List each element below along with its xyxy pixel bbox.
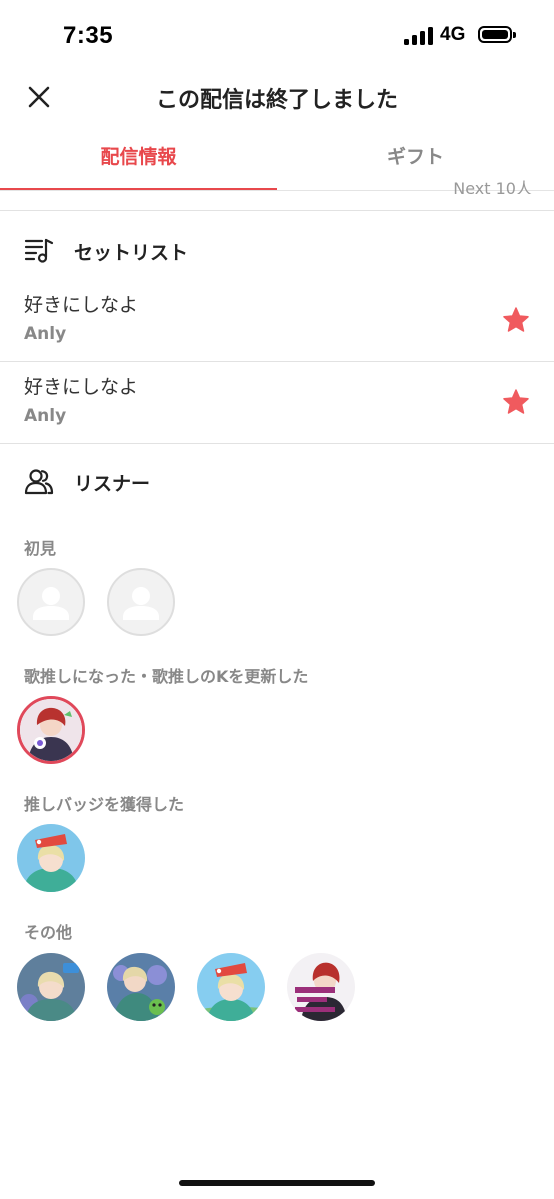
- avatar-illustration: [197, 953, 265, 1021]
- tab-gift[interactable]: ギフト: [277, 128, 554, 188]
- avatar-illustration: [17, 953, 85, 1021]
- setlist-title: セットリスト: [74, 241, 189, 264]
- avatar[interactable]: [107, 953, 175, 1021]
- music-list-icon: [24, 238, 54, 263]
- avatar[interactable]: [17, 824, 85, 892]
- avatar-illustration: [107, 953, 175, 1021]
- star-icon[interactable]: [502, 306, 530, 334]
- song-title: 好きにしなよ: [24, 376, 139, 398]
- avatar-placeholder[interactable]: [107, 568, 175, 636]
- avatar-illustration: [17, 824, 85, 892]
- group-label-other: その他: [24, 923, 73, 942]
- person-icon: [123, 587, 159, 620]
- group-label-badge: 推しバッジを獲得した: [24, 795, 185, 814]
- avatar[interactable]: [17, 696, 85, 764]
- avatar[interactable]: [17, 953, 85, 1021]
- group-label-first-time: 初見: [24, 539, 57, 558]
- setlist-item[interactable]: 好きにしなよ Anly: [0, 280, 554, 362]
- home-indicator: [179, 1180, 375, 1186]
- page-title: この配信は終了しました: [155, 88, 398, 113]
- users-icon: [24, 469, 54, 495]
- listeners-title: リスナー: [74, 472, 151, 495]
- section-divider: [0, 210, 554, 211]
- status-time: 7:35: [63, 22, 114, 49]
- listeners-heading: リスナー: [24, 467, 150, 497]
- signal-icon: [404, 27, 434, 45]
- avatar-illustration: [20, 699, 82, 761]
- avatar[interactable]: [197, 953, 265, 1021]
- song-artist: Anly: [24, 406, 67, 426]
- star-icon[interactable]: [502, 388, 530, 416]
- song-artist: Anly: [24, 324, 67, 344]
- status-bar: 7:35 4G: [0, 0, 554, 70]
- person-icon: [33, 587, 69, 620]
- tab-stream-info[interactable]: 配信情報: [0, 128, 277, 188]
- top-header: この配信は終了しました: [0, 70, 554, 122]
- battery-icon: [478, 26, 516, 43]
- next-10-link[interactable]: Next 10人: [453, 180, 532, 194]
- network-type: 4G: [440, 24, 466, 45]
- song-title: 好きにしなよ: [24, 294, 139, 316]
- setlist-heading: セットリスト: [24, 236, 188, 266]
- avatar-illustration: [287, 953, 355, 1021]
- group-label-song-oshi: 歌推しになった・歌推しのKを更新した: [24, 667, 309, 686]
- section-divider: [0, 443, 554, 444]
- avatar[interactable]: [287, 953, 355, 1021]
- setlist-item[interactable]: 好きにしなよ Anly: [0, 362, 554, 444]
- avatar-placeholder[interactable]: [17, 568, 85, 636]
